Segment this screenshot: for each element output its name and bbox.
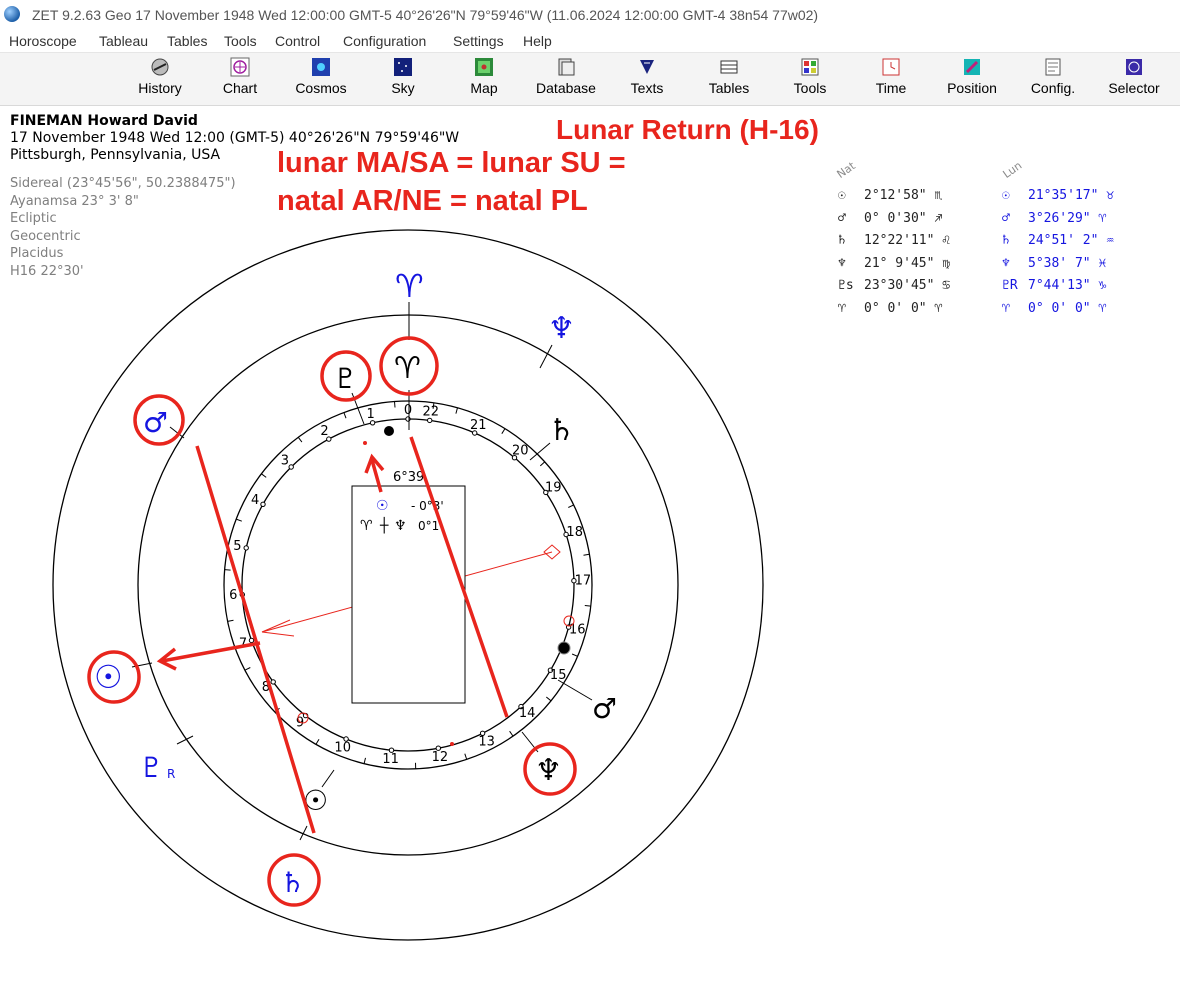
- house-number-label: 16: [569, 622, 586, 637]
- house-tick: [568, 504, 574, 508]
- house-tick: [363, 757, 366, 764]
- center-neptune-icon: ♆: [394, 518, 407, 534]
- planet-dot: [384, 426, 394, 436]
- house-cusp-dot: [243, 545, 249, 551]
- house-tick: [539, 461, 546, 467]
- natal-pluto-icon: ♇: [333, 362, 358, 395]
- house-tick: [394, 401, 396, 408]
- house-tick: [343, 412, 347, 419]
- house-number-label: 14: [519, 706, 536, 721]
- house-number-label: 19: [545, 480, 562, 495]
- red-arrow-shaft: [161, 641, 261, 663]
- lunar-pluto-icon: ♇: [139, 751, 164, 784]
- house-cusp-dot: [248, 637, 255, 644]
- house-number-label: 0: [404, 403, 412, 418]
- house-number-label: 11: [382, 752, 399, 767]
- house-tick: [455, 407, 458, 414]
- house-number-label: 4: [251, 493, 259, 508]
- center-line1-value: - 0°3': [411, 499, 444, 513]
- house-tick: [236, 518, 242, 522]
- house-number-label: 12: [432, 750, 449, 765]
- house-tick: [315, 738, 320, 745]
- center-plus-icon: ┼: [379, 516, 389, 534]
- house-tick: [227, 619, 234, 622]
- house-tick: [464, 753, 468, 760]
- house-number-label: 18: [566, 525, 583, 540]
- house-tick: [583, 553, 590, 556]
- house-tick: [261, 473, 267, 478]
- natal-neptune-icon: ♆: [535, 753, 562, 788]
- lunar-sun-icon: ☉: [94, 658, 123, 696]
- house-number-label: 6: [229, 588, 237, 603]
- house-cusp-dot: [270, 679, 276, 685]
- house-number-label: 21: [470, 418, 487, 433]
- house-tick: [297, 436, 303, 443]
- house-cusp-dot: [288, 464, 294, 470]
- house-tick: [571, 653, 578, 657]
- house-number-label: 2: [320, 424, 328, 439]
- lunar-mars-icon: ♂: [143, 406, 168, 439]
- lunar-pluto-retro-label: R: [167, 767, 175, 781]
- house-tick: [584, 605, 591, 607]
- house-tick: [224, 569, 231, 571]
- lunar-saturn-icon: ♄: [280, 866, 305, 899]
- house-cusp-dot: [260, 501, 266, 507]
- natal-mars-icon: ♂: [592, 692, 617, 725]
- center-sun-icon: ☉: [376, 498, 389, 514]
- lunar-neptune-icon: ♆: [548, 311, 575, 346]
- planet-dot: [557, 641, 571, 655]
- house-number-label: 22: [423, 405, 440, 420]
- center-top-value: 6°39: [393, 470, 424, 485]
- horoscope-wheel: 22212019181716151413121110987654321 0 6°3…: [52, 229, 764, 941]
- house-number-label: 5: [233, 539, 241, 554]
- lunar-aries-icon: ♈: [395, 267, 424, 305]
- small-red-dot: [363, 441, 367, 445]
- house-tick: [545, 696, 552, 702]
- center-aries-icon: ♈: [360, 518, 373, 534]
- natal-saturn-icon: ♄: [548, 413, 575, 448]
- house-number-label: 20: [512, 444, 529, 459]
- house-number-label: 1: [367, 407, 375, 422]
- house-number-label: 17: [575, 573, 592, 588]
- house-tick: [244, 667, 251, 671]
- small-red-dot: [450, 742, 454, 746]
- natal-aries-icon: ♈: [394, 351, 421, 386]
- house-number-label: 13: [478, 734, 495, 749]
- house-tick: [501, 428, 506, 434]
- mars-middle-connector: [557, 679, 593, 701]
- neptune-connector: [539, 344, 553, 369]
- house-tick: [509, 730, 514, 737]
- house-number-label: 3: [281, 454, 289, 469]
- house-number-label: 10: [334, 740, 351, 755]
